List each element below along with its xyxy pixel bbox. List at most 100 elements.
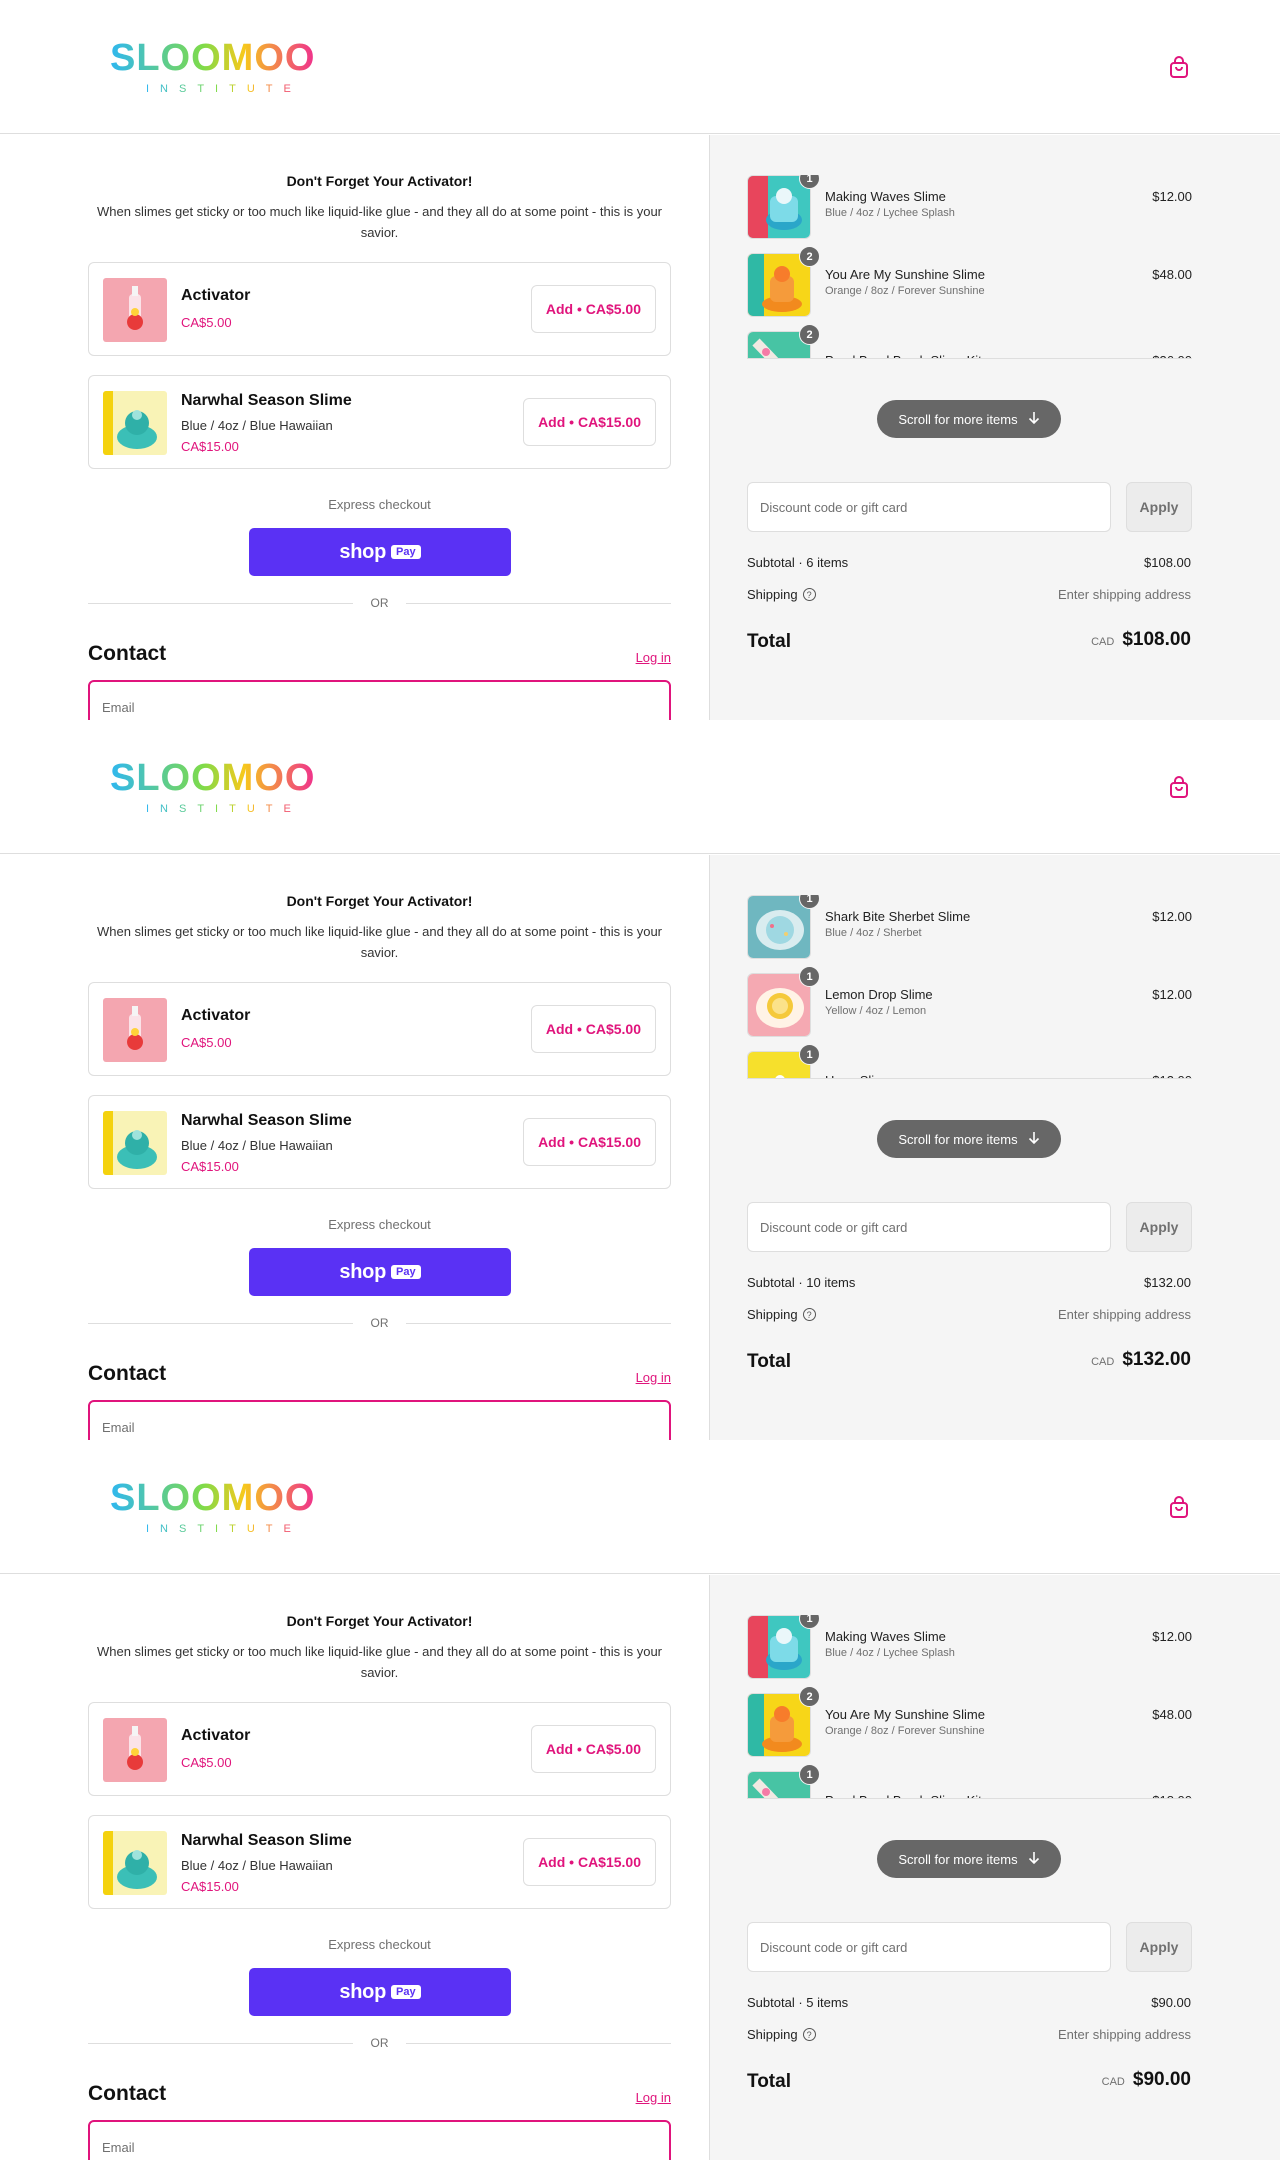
brand-logo[interactable]: SLOOMOO INSTITUTE bbox=[108, 1478, 320, 1538]
add-narwhal-button[interactable]: Add • CA$15.00 bbox=[523, 1118, 656, 1166]
help-icon[interactable]: ? bbox=[802, 588, 816, 601]
cart-icon[interactable] bbox=[1166, 1495, 1192, 1521]
product-price: CA$5.00 bbox=[181, 1035, 232, 1050]
scroll-hint-label: Scroll for more items bbox=[898, 411, 1018, 427]
logo-word: SLOOMOO bbox=[110, 38, 315, 79]
item-price: $48.00 bbox=[1152, 1707, 1192, 1722]
currency-code: CAD bbox=[1091, 636, 1115, 648]
shop-pay-word: shop bbox=[339, 1980, 386, 2003]
email-field[interactable] bbox=[88, 2120, 671, 2160]
quantity-badge: 1 bbox=[799, 1044, 820, 1065]
subtotal-label: Subtotal · 10 items bbox=[747, 1275, 856, 1290]
login-link[interactable]: Log in bbox=[636, 2090, 671, 2105]
add-narwhal-button[interactable]: Add • CA$15.00 bbox=[523, 1838, 656, 1886]
scroll-more-button[interactable]: Scroll for more items bbox=[877, 1120, 1061, 1158]
site-header: SLOOMOO INSTITUTE bbox=[0, 0, 1280, 134]
help-icon[interactable]: ? bbox=[802, 2028, 816, 2041]
shipping-label-row: Shipping ? bbox=[747, 2027, 816, 2042]
cart-items-list[interactable]: 1 Making Waves Slime Blue / 4oz / Lychee… bbox=[747, 1615, 1192, 1799]
apply-discount-button[interactable]: Apply bbox=[1126, 1922, 1192, 1972]
discount-field[interactable] bbox=[747, 1922, 1111, 1972]
email-input[interactable] bbox=[102, 700, 642, 715]
cart-icon[interactable] bbox=[1166, 775, 1192, 801]
item-name: You Are My Sunshine Slime bbox=[825, 267, 985, 282]
shop-pay-button[interactable]: shop Pay bbox=[249, 1248, 511, 1296]
or-divider: OR bbox=[88, 2035, 671, 2051]
brand-logo[interactable]: SLOOMOO INSTITUTE bbox=[108, 758, 320, 818]
upsell-description: When slimes get sticky or too much like … bbox=[96, 1644, 663, 1680]
scroll-more-button[interactable]: Scroll for more items bbox=[877, 1840, 1061, 1878]
discount-input[interactable] bbox=[760, 1220, 1090, 1235]
email-input[interactable] bbox=[102, 1420, 642, 1435]
product-variant: Blue / 4oz / Blue Hawaiian bbox=[181, 1858, 333, 1873]
checkout-screen: SLOOMOO INSTITUTE Don't Forget Your Acti… bbox=[0, 1440, 1280, 2160]
product-price: CA$5.00 bbox=[181, 1755, 232, 1770]
add-activator-button[interactable]: Add • CA$5.00 bbox=[530, 285, 656, 333]
add-narwhal-button[interactable]: Add • CA$15.00 bbox=[523, 398, 656, 446]
item-price: $12.00 bbox=[1152, 987, 1192, 1002]
site-header: SLOOMOO INSTITUTE bbox=[0, 720, 1280, 854]
upsell-card-activator: Activator CA$5.00 Add • CA$5.00 bbox=[88, 262, 671, 356]
shop-pay-badge: Pay bbox=[391, 1265, 421, 1279]
site-header: SLOOMOO INSTITUTE bbox=[0, 1440, 1280, 1574]
quantity-badge: 1 bbox=[799, 966, 820, 987]
shop-pay-badge: Pay bbox=[391, 1985, 421, 1999]
item-variant: Blue / 4oz / Sherbet bbox=[825, 927, 922, 939]
help-icon[interactable]: ? bbox=[802, 1308, 816, 1321]
cart-icon[interactable] bbox=[1166, 55, 1192, 81]
upsell-card-activator: Activator CA$5.00 Add • CA$5.00 bbox=[88, 1702, 671, 1796]
product-image bbox=[103, 1831, 167, 1895]
item-variant: Blue / 4oz / Lychee Splash bbox=[825, 207, 955, 219]
shipping-label: Shipping bbox=[747, 587, 798, 602]
logo-word: SLOOMOO bbox=[110, 1478, 315, 1519]
item-name: Pearl Bead Bomb Slime Kit bbox=[825, 353, 982, 358]
total-label: Total bbox=[747, 2071, 791, 2092]
total-value: CAD $90.00 bbox=[1102, 2069, 1191, 2091]
contact-title: Contact bbox=[88, 2082, 167, 2105]
subtotal-label: Subtotal · 6 items bbox=[747, 555, 849, 570]
cart-item: 2 Pearl Bead Bomb Slime Kit $36.00 bbox=[747, 324, 1192, 358]
logo-subtitle: INSTITUTE bbox=[146, 83, 302, 95]
email-field[interactable] bbox=[88, 1400, 671, 1440]
discount-input[interactable] bbox=[760, 500, 1090, 515]
item-name: Hope Slime bbox=[825, 1073, 892, 1078]
email-input[interactable] bbox=[102, 2140, 642, 2155]
quantity-badge: 1 bbox=[799, 1764, 820, 1785]
shop-pay-button[interactable]: shop Pay bbox=[249, 1968, 511, 2016]
scroll-hint-label: Scroll for more items bbox=[898, 1851, 1018, 1867]
login-link[interactable]: Log in bbox=[636, 1370, 671, 1385]
express-checkout-label: Express checkout bbox=[328, 497, 431, 512]
shop-pay-button[interactable]: shop Pay bbox=[249, 528, 511, 576]
upsell-card-narwhal: Narwhal Season Slime Blue / 4oz / Blue H… bbox=[88, 375, 671, 469]
discount-input[interactable] bbox=[760, 1940, 1090, 1955]
item-variant: Yellow / 4oz / Lemon bbox=[825, 1005, 927, 1017]
add-activator-button[interactable]: Add • CA$5.00 bbox=[530, 1005, 656, 1053]
add-activator-button[interactable]: Add • CA$5.00 bbox=[530, 1725, 656, 1773]
quantity-badge: 2 bbox=[799, 1686, 820, 1707]
divider-line bbox=[406, 603, 671, 604]
apply-discount-button[interactable]: Apply bbox=[1126, 482, 1192, 532]
checkout-main: Don't Forget Your Activator! When slimes… bbox=[0, 1575, 709, 2160]
item-variant: Orange / 8oz / Forever Sunshine bbox=[825, 285, 985, 297]
order-summary: 1 Making Waves Slime Blue / 4oz / Lychee… bbox=[709, 135, 1280, 720]
total-value: CAD $108.00 bbox=[1091, 629, 1191, 651]
cart-item: 1 Shark Bite Sherbet Slime Blue / 4oz / … bbox=[747, 895, 1192, 959]
cart-items-list[interactable]: 1 Shark Bite Sherbet Slime Blue / 4oz / … bbox=[747, 895, 1192, 1079]
currency-code: CAD bbox=[1091, 1356, 1115, 1368]
product-image bbox=[103, 998, 167, 1062]
item-price: $18.00 bbox=[1152, 1793, 1192, 1798]
discount-field[interactable] bbox=[747, 1202, 1111, 1252]
product-name: Narwhal Season Slime bbox=[181, 1112, 352, 1129]
brand-logo[interactable]: SLOOMOO INSTITUTE bbox=[108, 38, 320, 98]
order-summary: 1 Making Waves Slime Blue / 4oz / Lychee… bbox=[709, 1575, 1280, 2160]
login-link[interactable]: Log in bbox=[636, 650, 671, 665]
cart-item: 1 Hope Slime $12.00 bbox=[747, 1044, 1192, 1078]
email-field[interactable] bbox=[88, 680, 671, 720]
shipping-value: Enter shipping address bbox=[1058, 587, 1191, 602]
item-name: Making Waves Slime bbox=[825, 189, 946, 204]
cart-items-list[interactable]: 1 Making Waves Slime Blue / 4oz / Lychee… bbox=[747, 175, 1192, 359]
apply-discount-button[interactable]: Apply bbox=[1126, 1202, 1192, 1252]
discount-field[interactable] bbox=[747, 482, 1111, 532]
scroll-more-button[interactable]: Scroll for more items bbox=[877, 400, 1061, 438]
shipping-value: Enter shipping address bbox=[1058, 2027, 1191, 2042]
